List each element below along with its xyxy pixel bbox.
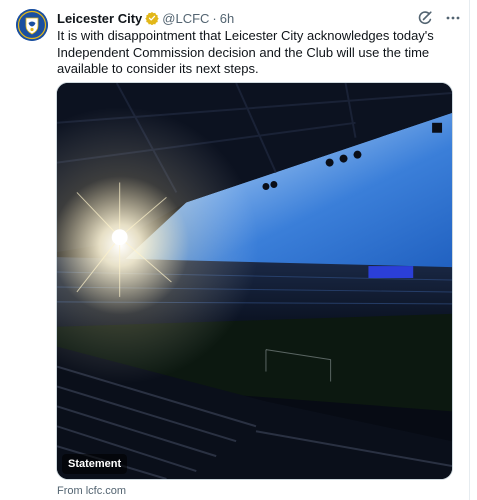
tweet-text: It is with disappointment that Leicester… [57, 28, 434, 76]
grok-icon[interactable] [417, 10, 433, 26]
account-name[interactable]: Leicester City [57, 11, 142, 26]
avatar[interactable] [16, 9, 48, 41]
link-source[interactable]: From lcfc.com [57, 485, 126, 497]
media-badge-statement: Statement [62, 454, 128, 474]
timestamp[interactable]: 6h [220, 11, 234, 26]
separator: · [212, 10, 217, 26]
more-horizontal-icon[interactable] [445, 10, 461, 26]
stadium-photo[interactable] [56, 82, 453, 480]
timeline-divider [469, 0, 470, 500]
tweet[interactable]: Leicester City @LCFC · 6h It is with dis [0, 0, 477, 500]
verified-badge-icon[interactable] [145, 11, 159, 25]
account-handle[interactable]: @LCFC [162, 11, 209, 26]
leicester-city-crest-icon [16, 9, 48, 41]
tweet-header: Leicester City @LCFC · 6h [57, 9, 234, 27]
stadium-image [57, 83, 452, 479]
tweet-actions [417, 9, 461, 27]
